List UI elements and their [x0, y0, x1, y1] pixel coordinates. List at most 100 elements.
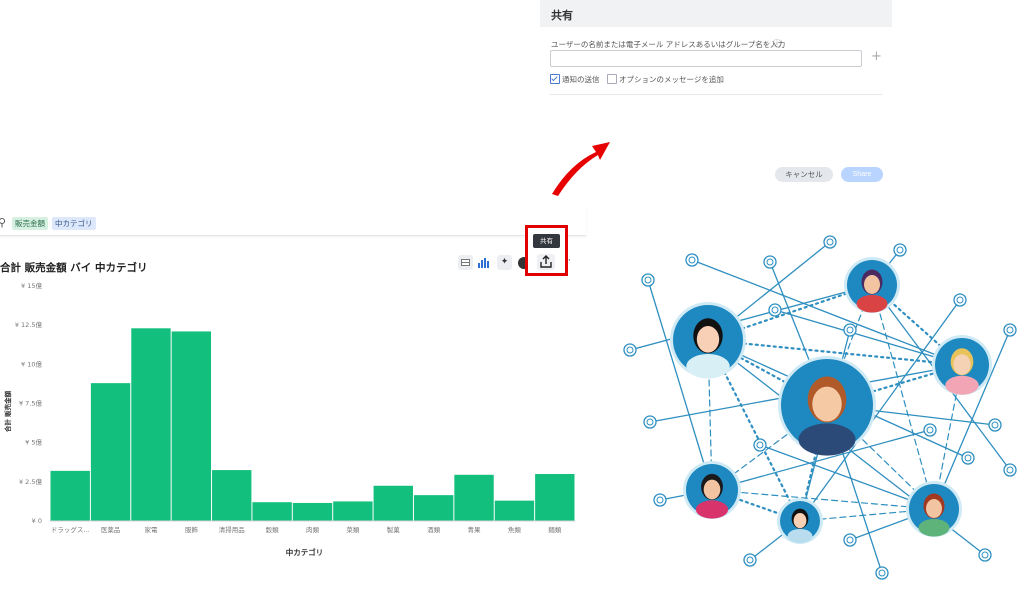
bar: [292, 502, 333, 521]
network-node-inner: [1006, 466, 1014, 474]
avatar-body: [918, 519, 950, 537]
avatar-body: [787, 529, 813, 543]
network-node-inner: [644, 276, 652, 284]
y-tick-label: ¥ 7.5億: [19, 399, 43, 408]
x-tick-label: 麺類: [548, 525, 562, 534]
answer-panel: ⚲ 販売金額 中カテゴリ 合計 販売金額 バイ 中カテゴリ ✦ ⋯ 共有 ¥ 0…: [0, 203, 590, 591]
pin-icon[interactable]: ✦: [497, 255, 512, 270]
network-node-inner: [846, 536, 854, 544]
y-tick-label: ¥ 2.5億: [19, 477, 43, 486]
avatar-body: [695, 500, 729, 519]
avatar-face: [864, 275, 880, 294]
bar: [131, 328, 171, 521]
bar: [90, 383, 131, 521]
bar: [494, 500, 535, 521]
avatar-face: [812, 386, 842, 422]
network-node-inner: [771, 306, 779, 314]
info-icon[interactable]: ⓘ: [773, 38, 781, 49]
share-highlight-box: 共有: [525, 225, 568, 276]
network-node-inner: [746, 556, 754, 564]
search-bar[interactable]: ⚲ 販売金額 中カテゴリ: [0, 209, 586, 236]
network-node-inner: [846, 326, 854, 334]
bar: [333, 501, 373, 521]
notify-label: 通知の送信: [562, 75, 600, 84]
share-dialog-title: 共有: [551, 9, 573, 22]
cancel-button[interactable]: キャンセル: [775, 167, 833, 182]
table-icon[interactable]: [458, 255, 473, 270]
network-node-inner: [981, 551, 989, 559]
share-button[interactable]: Share: [841, 167, 883, 182]
bar: [413, 495, 454, 521]
chart-title: 合計 販売金額 バイ 中カテゴリ: [0, 262, 148, 274]
network-node-inner: [991, 421, 999, 429]
divider: [550, 94, 882, 95]
network-node-inner: [756, 441, 764, 449]
x-tick-label: 酒類: [427, 525, 441, 534]
x-tick-label: 菜類: [346, 525, 360, 534]
bar: [252, 502, 292, 521]
bar: [50, 470, 90, 521]
share-tooltip: 共有: [533, 234, 560, 248]
network-node-inner: [964, 454, 972, 462]
avatar-body: [945, 375, 979, 395]
network-node-inner: [766, 258, 774, 266]
network-node-inner: [646, 418, 654, 426]
bar: [373, 485, 413, 521]
x-tick-label: 家電: [144, 525, 158, 534]
network-node-inner: [826, 238, 834, 246]
network-link: [711, 489, 935, 510]
avatar-face: [703, 479, 721, 500]
x-axis-title: 中カテゴリ: [286, 547, 324, 557]
network-node-inner: [896, 246, 904, 254]
y-tick-label: ¥ 12.5億: [15, 320, 43, 329]
bar: [171, 331, 212, 521]
avatar-body: [686, 354, 730, 379]
network-node-inner: [626, 346, 634, 354]
avatar-face: [696, 326, 720, 353]
bar-chart: ¥ 0 ¥ 2.5億 ¥ 5億 ¥ 7.5億 ¥ 10億 ¥ 12.5億 ¥ 15億ドラッグ…: [3, 281, 575, 557]
y-tick-label: ¥ 5億: [25, 438, 42, 447]
message-label: オプションのメッセージを追加: [619, 75, 724, 84]
avatar-face: [953, 354, 971, 375]
network-node-inner: [926, 426, 934, 434]
network-link: [629, 284, 873, 351]
x-tick-label: ドラッグス...: [51, 525, 90, 534]
network-node-inner: [1006, 326, 1014, 334]
avatar-body: [798, 423, 856, 456]
x-tick-label: 清掃用品: [219, 525, 245, 534]
network-link: [871, 284, 935, 510]
x-tick-label: 青果: [468, 525, 482, 534]
bar: [535, 474, 575, 521]
red-arrow-icon: [552, 142, 610, 196]
y-tick-label: ¥ 10億: [21, 359, 42, 368]
notify-checkbox[interactable]: [550, 74, 560, 84]
x-tick-label: 魚類: [508, 525, 522, 534]
search-icon: ⚲: [0, 216, 7, 229]
y-tick-label: ¥ 0: [32, 517, 42, 525]
network-node-inner: [656, 496, 664, 504]
share-recipient-input[interactable]: [550, 50, 862, 67]
search-token-measure[interactable]: 販売金額: [12, 217, 48, 230]
x-tick-label: 製菓: [387, 525, 401, 534]
network-node-inner: [878, 569, 886, 577]
message-checkbox[interactable]: [607, 74, 617, 84]
avatar-face: [793, 513, 807, 529]
y-tick-label: ¥ 15億: [21, 281, 42, 290]
plus-icon[interactable]: +: [871, 49, 882, 64]
avatar-body: [856, 295, 888, 313]
share-input-label: ユーザーの名前または電子メール アドレスあるいはグループ名を入力: [551, 40, 786, 49]
bar-chart-icon[interactable]: [476, 256, 490, 269]
network-illustration: [623, 235, 1017, 580]
bar: [212, 470, 252, 521]
y-axis-title: 合計 販売金額: [3, 390, 12, 433]
x-tick-label: 肉類: [306, 525, 320, 534]
share-icon[interactable]: [537, 254, 555, 270]
x-tick-label: 穀類: [266, 525, 280, 534]
share-dialog-header: 共有: [540, 0, 892, 27]
avatar-face: [926, 499, 942, 518]
network-node-inner: [956, 296, 964, 304]
x-tick-label: 医薬品: [101, 525, 121, 534]
x-tick-label: 服飾: [185, 525, 199, 534]
search-token-attribute[interactable]: 中カテゴリ: [52, 217, 96, 230]
bar: [454, 474, 494, 521]
